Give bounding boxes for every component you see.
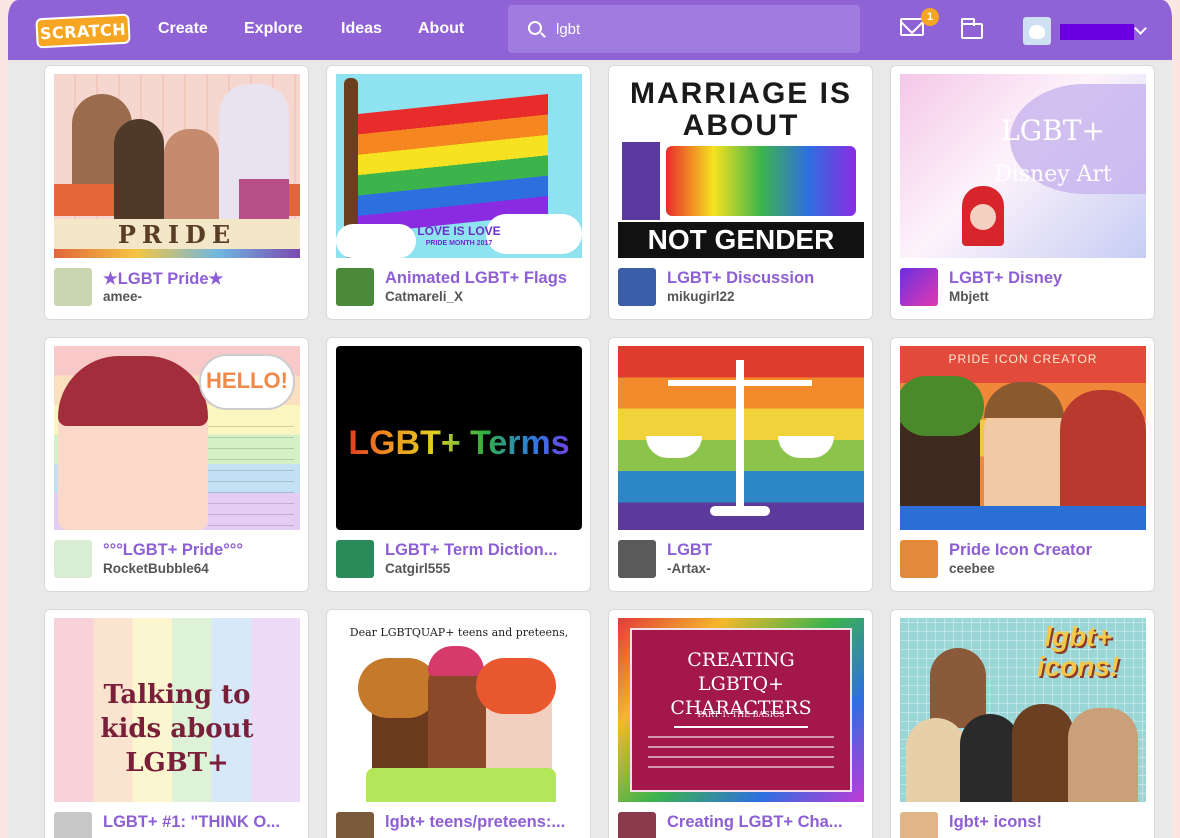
project-title[interactable]: ★LGBT Pride★ bbox=[103, 269, 305, 289]
author-avatar[interactable] bbox=[618, 268, 656, 306]
author-avatar[interactable] bbox=[900, 812, 938, 838]
project-card[interactable]: Dear LGBTQUAP+ teens and preteens, lgbt+… bbox=[326, 609, 591, 838]
top-navbar: SCRATCH Create Explore Ideas About 1 bbox=[8, 0, 1172, 60]
scratch-logo[interactable]: SCRATCH bbox=[35, 13, 131, 49]
project-title[interactable]: LGBT+ Term Diction... bbox=[385, 541, 587, 560]
project-title[interactable]: Animated LGBT+ Flags bbox=[385, 269, 587, 288]
project-title[interactable]: lgbt+ icons! bbox=[949, 813, 1151, 832]
project-author[interactable]: mikugirl22 bbox=[667, 289, 867, 304]
project-thumbnail[interactable]: LOVE IS LOVE PRIDE MONTH 2017 bbox=[336, 74, 582, 258]
project-thumbnail[interactable]: MARRIAGE IS ABOUT NOT GENDER bbox=[618, 74, 864, 258]
nav-explore[interactable]: Explore bbox=[244, 20, 303, 38]
project-author[interactable]: RocketBubble64 bbox=[103, 561, 303, 576]
messages-icon[interactable] bbox=[900, 18, 924, 36]
nav-ideas[interactable]: Ideas bbox=[341, 20, 382, 38]
author-avatar[interactable] bbox=[336, 268, 374, 306]
thumbnail-caption: LOVE IS LOVE bbox=[417, 224, 501, 238]
project-card[interactable]: MARRIAGE IS ABOUT NOT GENDER LGBT+ Discu… bbox=[608, 65, 873, 320]
project-card[interactable]: lgbt+ icons! lgbt+ icons! bbox=[890, 609, 1155, 838]
project-thumbnail[interactable]: lgbt+ icons! bbox=[900, 618, 1146, 802]
author-avatar[interactable] bbox=[54, 268, 92, 306]
project-card[interactable]: LGBT+ Disney Art LGBT+ Disney Mbjett bbox=[890, 65, 1155, 320]
thumbnail-caption: lgbt+ icons! bbox=[1036, 621, 1120, 682]
project-thumbnail[interactable]: LGBT+ Terms bbox=[336, 346, 582, 530]
project-author[interactable]: amee- bbox=[103, 289, 303, 304]
project-title[interactable]: LGBT+ Discussion bbox=[667, 269, 869, 288]
user-avatar[interactable] bbox=[1023, 17, 1051, 45]
project-thumbnail[interactable]: Dear LGBTQUAP+ teens and preteens, bbox=[336, 618, 582, 802]
search-icon bbox=[528, 21, 542, 35]
thumbnail-subcaption: PRIDE MONTH 2017 bbox=[425, 240, 493, 247]
thumbnail-subcaption: PART 1: THE BASICS bbox=[697, 710, 785, 719]
project-title[interactable]: lgbt+ teens/preteens:... bbox=[385, 813, 587, 832]
project-author[interactable]: Catmareli_X bbox=[385, 289, 585, 304]
logo-text: SCRATCH bbox=[39, 19, 127, 43]
project-thumbnail[interactable]: PRIDE ICON CREATOR bbox=[900, 346, 1146, 530]
project-thumbnail[interactable] bbox=[618, 346, 864, 530]
thumbnail-caption: LGBT+ bbox=[1001, 114, 1105, 147]
thumbnail-caption: MARRIAGE IS ABOUT bbox=[629, 77, 852, 142]
thumbnail-subcaption: Disney Art bbox=[994, 162, 1112, 187]
project-title[interactable]: LGBT+ Disney bbox=[949, 269, 1151, 288]
thumbnail-caption: PRIDE ICON CREATOR bbox=[948, 352, 1098, 366]
author-avatar[interactable] bbox=[54, 540, 92, 578]
project-thumbnail[interactable]: Talking to kids about LGBT+ bbox=[54, 618, 300, 802]
project-author[interactable]: Mbjett bbox=[949, 289, 1149, 304]
thumbnail-subcaption: NOT GENDER bbox=[647, 224, 835, 255]
project-card[interactable]: HELLO! °°°LGBT+ Pride°°° RocketBubble64 bbox=[44, 337, 309, 592]
thumbnail-caption: LGBT+ Terms bbox=[336, 424, 582, 463]
author-avatar[interactable] bbox=[54, 812, 92, 838]
project-title[interactable]: LGBT+ #1: "THINK O... bbox=[103, 813, 305, 832]
thumbnail-caption: PRIDE bbox=[117, 220, 237, 249]
project-title[interactable]: Pride Icon Creator bbox=[949, 541, 1151, 560]
thumbnail-caption: Dear LGBTQUAP+ teens and preteens, bbox=[349, 626, 569, 639]
author-avatar[interactable] bbox=[900, 540, 938, 578]
project-author[interactable]: -Artax- bbox=[667, 561, 867, 576]
project-thumbnail[interactable]: LGBT+ Disney Art bbox=[900, 74, 1146, 258]
project-author[interactable]: Catgirl555 bbox=[385, 561, 585, 576]
author-avatar[interactable] bbox=[336, 540, 374, 578]
project-author[interactable]: ceebee bbox=[949, 561, 1149, 576]
author-avatar[interactable] bbox=[336, 812, 374, 838]
project-card[interactable]: CREATING LGBTQ+ CHARACTERS PART 1: THE B… bbox=[608, 609, 873, 838]
thumbnail-caption: Talking to kids about LGBT+ bbox=[100, 680, 254, 778]
project-card[interactable]: LGBT -Artax- bbox=[608, 337, 873, 592]
project-card[interactable]: PRIDE ★LGBT Pride★ amee- bbox=[44, 65, 309, 320]
project-card[interactable]: Talking to kids about LGBT+ LGBT+ #1: "T… bbox=[44, 609, 309, 838]
project-card[interactable]: LOVE IS LOVE PRIDE MONTH 2017 Animated L… bbox=[326, 65, 591, 320]
browser-frame: SCRATCH Create Explore Ideas About 1 bbox=[0, 0, 1180, 838]
project-card[interactable]: LGBT+ Terms LGBT+ Term Diction... Catgir… bbox=[326, 337, 591, 592]
author-avatar[interactable] bbox=[618, 812, 656, 838]
project-thumbnail[interactable]: PRIDE bbox=[54, 74, 300, 258]
thumbnail-caption: HELLO! bbox=[206, 368, 288, 393]
nav-create[interactable]: Create bbox=[158, 20, 208, 38]
project-title[interactable]: °°°LGBT+ Pride°°° bbox=[103, 541, 305, 560]
nav-about[interactable]: About bbox=[418, 20, 464, 38]
chevron-down-icon[interactable] bbox=[1134, 22, 1147, 35]
search-box[interactable] bbox=[508, 5, 860, 53]
search-input[interactable] bbox=[556, 18, 846, 40]
messages-badge: 1 bbox=[921, 8, 939, 26]
project-title[interactable]: LGBT bbox=[667, 541, 869, 560]
project-card[interactable]: PRIDE ICON CREATOR Pride Icon Creator ce… bbox=[890, 337, 1155, 592]
my-stuff-folder-icon[interactable] bbox=[961, 18, 983, 39]
project-title[interactable]: Creating LGBT+ Cha... bbox=[667, 813, 869, 832]
project-thumbnail[interactable]: CREATING LGBTQ+ CHARACTERS PART 1: THE B… bbox=[618, 618, 864, 802]
author-avatar[interactable] bbox=[900, 268, 938, 306]
project-thumbnail[interactable]: HELLO! bbox=[54, 346, 300, 530]
author-avatar[interactable] bbox=[618, 540, 656, 578]
username-redacted[interactable] bbox=[1060, 24, 1134, 40]
